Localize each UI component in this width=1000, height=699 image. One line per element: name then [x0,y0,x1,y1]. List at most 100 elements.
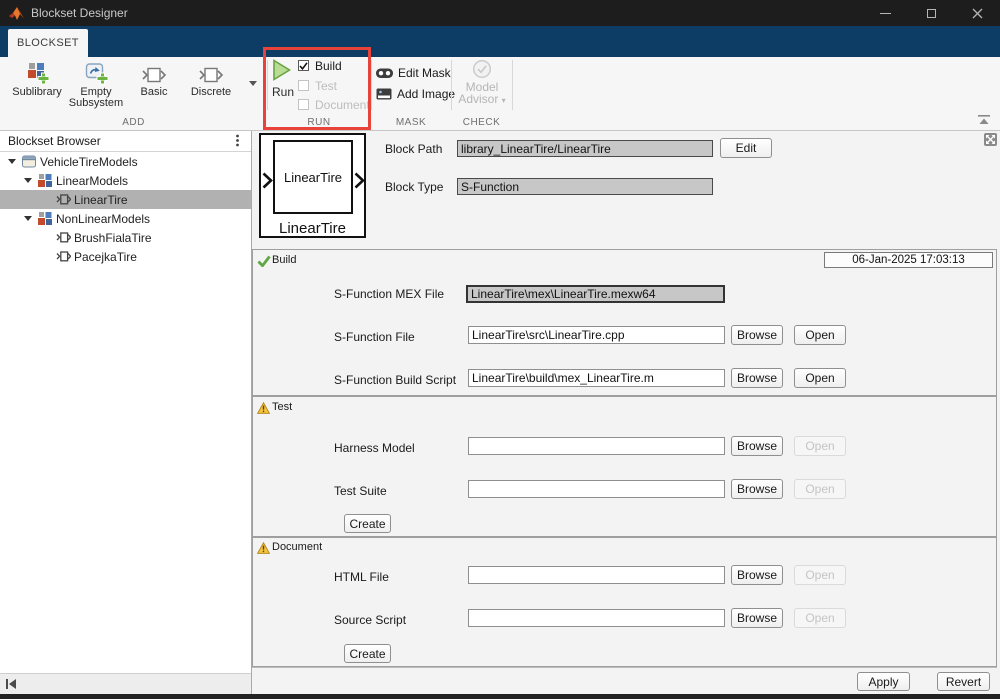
add-image-button[interactable]: Add Image [376,87,455,101]
check-section-label: CHECK [451,116,512,129]
sfunction-file-browse-button[interactable]: Browse [731,325,783,345]
window-controls [862,0,1000,26]
block-icon [56,251,71,262]
browser-menu-icon[interactable] [236,134,239,152]
build-script-field[interactable]: LinearTire\build\mex_LinearTire.m [468,369,725,387]
browser-scroll-strip[interactable] [0,673,251,694]
document-warning-icon [257,541,270,559]
ribbon-band [0,26,1000,57]
tab-blockset[interactable]: BLOCKSET [8,29,88,57]
tree-item-nonlinearmodels[interactable]: NonLinearModels [0,209,251,228]
maximize-button[interactable] [908,0,954,26]
tree-item-label: PacejkaTire [74,250,137,264]
document-checkbox [298,99,309,110]
sublibrary-icon [38,212,52,225]
build-checkbox-row[interactable]: Build [298,58,342,73]
ribbon-toolbar: Sublibrary Empty Subsystem [0,57,1000,131]
build-section-title: Build [272,254,296,266]
add-section-label: ADD [0,116,267,129]
tree-item-brushfialatire[interactable]: BrushFialaTire [0,228,251,247]
tree-expand-icon[interactable] [24,178,32,183]
test-suite-browse-button[interactable]: Browse [731,479,783,499]
edit-block-path-button[interactable]: Edit [720,138,772,158]
close-icon [972,8,983,19]
model-advisor-caret-icon: ▾ [502,96,506,105]
test-create-button[interactable]: Create [344,514,391,533]
expand-arrows-icon [984,133,997,146]
build-checkbox[interactable] [298,60,309,71]
tree-item-vehicletiremodels[interactable]: VehicleTireModels [0,152,251,171]
expand-panel-button[interactable] [984,133,997,151]
mex-file-field[interactable]: LinearTire\mex\LinearTire.mexw64 [466,285,725,303]
section-separator [512,60,513,110]
block-icon [56,232,71,243]
close-button[interactable] [954,0,1000,26]
tree-item-label: BrushFialaTire [74,231,152,245]
harness-model-field[interactable] [468,437,725,455]
skip-to-start-icon[interactable] [5,678,17,690]
blockset-designer-window: Blockset Designer BLOCKSET [0,0,1000,699]
html-file-field[interactable] [468,566,725,584]
test-checkbox-label: Test [315,79,337,93]
tree-item-lineartire-selected[interactable]: LinearTire [0,190,251,209]
document-section: Document HTML File Browse Open Source Sc… [252,537,997,667]
tree-item-linearmodels[interactable]: LinearModels [0,171,251,190]
run-button[interactable] [272,59,291,86]
run-play-icon [272,59,291,81]
source-script-browse-button[interactable]: Browse [731,608,783,628]
tree-item-label: NonLinearModels [56,212,150,226]
build-script-open-button[interactable]: Open [794,368,846,388]
html-file-open-button: Open [794,565,846,585]
test-checkbox [298,80,309,91]
add-gallery-caret-icon[interactable] [249,81,257,86]
test-warning-icon [257,401,270,419]
input-port-icon [262,172,273,194]
source-script-field[interactable] [468,609,725,627]
tree-item-label: VehicleTireModels [40,155,138,169]
section-separator [371,60,372,110]
block-icon [56,194,71,205]
run-button-label[interactable]: Run [266,85,300,99]
html-file-browse-button[interactable]: Browse [731,565,783,585]
build-success-icon [257,254,271,272]
empty-subsystem-button[interactable]: Empty Subsystem [66,59,126,109]
minimize-button[interactable] [862,0,908,26]
checkmark-icon [299,62,308,70]
basic-label: Basic [141,87,168,98]
discrete-button[interactable]: Discrete [182,59,240,98]
block-type-label: Block Type [385,180,443,194]
body: Blockset Browser VehicleTireModels [0,131,1000,694]
collapse-ribbon-button[interactable] [977,113,991,131]
document-create-button[interactable]: Create [344,644,391,663]
sublibrary-button[interactable]: Sublibrary [6,59,68,98]
window-title: Blockset Designer [31,6,128,20]
tree-item-label: LinearModels [56,174,128,188]
edit-mask-icon [376,68,393,79]
build-script-label: S-Function Build Script [334,373,456,387]
discrete-block-icon [198,59,224,85]
source-script-label: Source Script [334,613,406,627]
harness-model-browse-button[interactable]: Browse [731,436,783,456]
edit-mask-button[interactable]: Edit Mask [376,66,451,80]
blockset-browser-panel: Blockset Browser VehicleTireModels [0,131,252,694]
block-preview: LinearTire LinearTire [259,133,366,238]
test-suite-label: Test Suite [334,484,387,498]
sfunction-file-open-button[interactable]: Open [794,325,846,345]
basic-block-icon [141,59,167,85]
basic-button[interactable]: Basic [128,59,180,98]
sublibrary-icon [25,59,49,85]
block-path-label: Block Path [385,142,442,156]
test-suite-open-button: Open [794,479,846,499]
sfunction-file-field[interactable]: LinearTire\src\LinearTire.cpp [468,326,725,344]
tree-item-pacejkatire[interactable]: PacejkaTire [0,247,251,266]
apply-button[interactable]: Apply [857,672,910,691]
test-suite-field[interactable] [468,480,725,498]
build-script-browse-button[interactable]: Browse [731,368,783,388]
tree-item-label: LinearTire [74,193,128,207]
build-checkbox-label: Build [315,59,342,73]
tree-expand-icon[interactable] [8,159,16,164]
tree-expand-icon[interactable] [24,216,32,221]
test-section: Test Harness Model Browse Open Test Suit… [252,396,997,537]
revert-button[interactable]: Revert [937,672,990,691]
block-type-field: S-Function [457,178,713,195]
